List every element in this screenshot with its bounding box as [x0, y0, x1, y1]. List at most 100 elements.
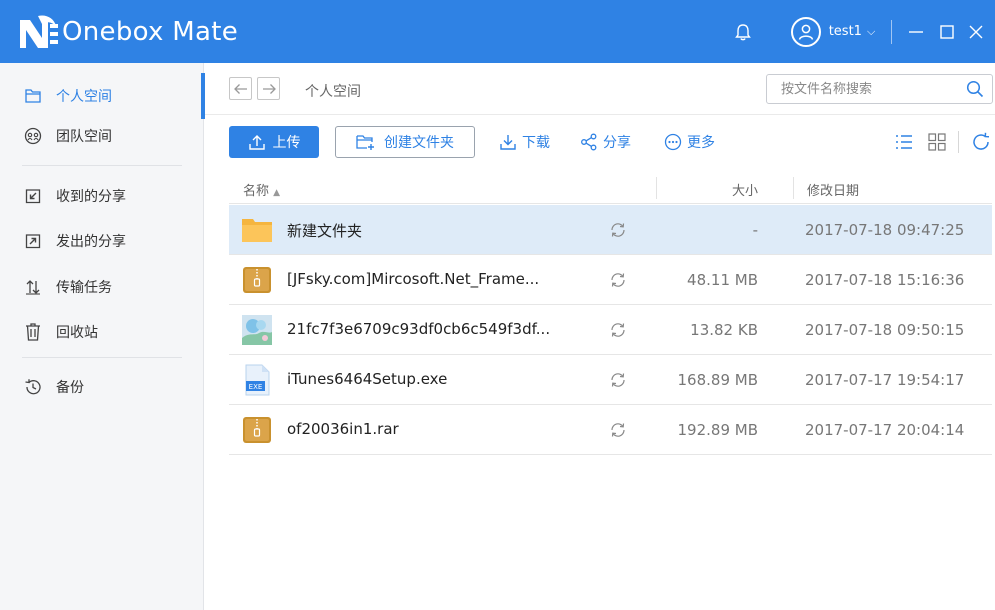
column-divider[interactable]	[656, 177, 657, 199]
maximize-icon[interactable]	[935, 0, 959, 63]
search-box	[766, 74, 993, 104]
column-header-size[interactable]: 大小	[728, 180, 758, 199]
folder-icon	[242, 219, 272, 242]
file-date: 2017-07-18 09:50:15	[805, 321, 965, 339]
table-row[interactable]: 21fc7f3e6709c93df0cb6c549f3df... 13.82 K…	[229, 305, 992, 355]
download-button[interactable]: 下载	[499, 126, 550, 158]
sync-icon[interactable]	[609, 221, 627, 239]
image-thumbnail-icon	[242, 315, 272, 345]
svg-text:EXE: EXE	[249, 383, 263, 391]
sidebar-item-label: 回收站	[56, 325, 98, 341]
new-folder-icon	[356, 135, 374, 150]
sidebar-item-transfer-tasks[interactable]: 传输任务	[0, 264, 204, 310]
app-title: Onebox Mate	[62, 17, 239, 47]
chevron-down-icon: ⌵	[866, 24, 876, 38]
back-button[interactable]	[229, 77, 252, 100]
table-row[interactable]: EXE iTunes6464Setup.exe 168.89 MB 2017-0…	[229, 355, 992, 405]
sync-icon[interactable]	[609, 371, 627, 389]
notification-bell-icon[interactable]	[731, 0, 755, 63]
forward-button[interactable]	[257, 77, 280, 100]
close-icon[interactable]	[964, 0, 988, 63]
share-label: 分享	[603, 135, 631, 151]
download-icon	[500, 135, 516, 150]
download-label: 下载	[522, 135, 550, 151]
more-button[interactable]: 更多	[664, 126, 715, 158]
share-button[interactable]: 分享	[580, 126, 631, 158]
file-name: 新建文件夹	[287, 222, 363, 240]
trash-icon	[24, 323, 42, 341]
arrow-right-icon	[262, 83, 276, 94]
archive-icon	[243, 417, 271, 443]
file-size: 192.89 MB	[677, 421, 759, 439]
upload-icon	[248, 135, 265, 150]
breadcrumb[interactable]: 个人空间	[305, 81, 361, 101]
backup-icon	[24, 378, 42, 396]
file-date: 2017-07-18 09:47:25	[805, 221, 965, 239]
sidebar-item-label: 传输任务	[56, 280, 112, 296]
titlebar-divider	[891, 20, 892, 44]
more-icon	[664, 133, 682, 151]
sidebar-item-recycle-bin[interactable]: 回收站	[0, 309, 204, 355]
sidebar-item-label: 个人空间	[56, 89, 112, 105]
grid-view-icon[interactable]	[926, 131, 948, 153]
title-bar: Onebox Mate test1 ⌵	[0, 0, 995, 63]
list-view-icon[interactable]	[893, 131, 915, 153]
minimize-icon[interactable]	[904, 0, 928, 63]
sync-icon[interactable]	[609, 271, 627, 289]
search-icon[interactable]	[966, 80, 984, 98]
file-name: of20036in1.rar	[287, 420, 399, 438]
file-name: iTunes6464Setup.exe	[287, 370, 448, 388]
share-icon	[581, 133, 597, 151]
sync-icon[interactable]	[609, 421, 627, 439]
column-header-date[interactable]: 修改日期	[807, 180, 859, 199]
file-size: 168.89 MB	[677, 371, 759, 389]
search-input[interactable]	[767, 75, 957, 103]
toolbar-divider	[958, 131, 959, 153]
sort-ascending-icon: ▲	[273, 188, 281, 198]
sidebar-item-label: 收到的分享	[56, 189, 126, 205]
sidebar-divider	[22, 165, 182, 166]
table-row[interactable]: of20036in1.rar 192.89 MB 2017-07-17 20:0…	[229, 405, 992, 455]
refresh-icon[interactable]	[970, 131, 992, 153]
folder-icon	[24, 87, 42, 105]
new-folder-button[interactable]: 创建文件夹	[335, 126, 475, 158]
file-name: 21fc7f3e6709c93df0cb6c549f3df...	[287, 320, 551, 338]
column-divider[interactable]	[793, 177, 794, 199]
sidebar: 个人空间 团队空间 收到的分享 发出的分享 传输任务 回收站 备份	[0, 63, 205, 610]
file-date: 2017-07-17 20:04:14	[805, 421, 965, 439]
table-row[interactable]: [JFsky.com]Mircosoft.Net_Frame... 48.11 …	[229, 255, 992, 305]
file-date: 2017-07-18 15:16:36	[805, 271, 965, 289]
more-label: 更多	[687, 135, 715, 151]
exe-file-icon: EXE	[245, 364, 270, 396]
address-bar: 个人空间	[205, 63, 995, 115]
arrow-left-icon	[233, 83, 247, 94]
sync-icon[interactable]	[609, 321, 627, 339]
sent-share-icon	[24, 232, 42, 250]
user-icon	[798, 24, 813, 40]
sidebar-item-backup[interactable]: 备份	[0, 364, 204, 410]
upload-label: 上传	[272, 135, 301, 151]
file-size: 48.11 MB	[687, 271, 758, 289]
sidebar-item-sent-shares[interactable]: 发出的分享	[0, 218, 204, 264]
table-row[interactable]: 新建文件夹 - 2017-07-18 09:47:25	[229, 205, 992, 255]
transfer-icon	[24, 278, 42, 296]
app-logo: Onebox Mate	[16, 12, 238, 52]
sidebar-item-label: 备份	[56, 380, 84, 396]
sidebar-divider	[22, 357, 182, 358]
file-name: [JFsky.com]Mircosoft.Net_Frame...	[287, 270, 540, 288]
sidebar-item-received-shares[interactable]: 收到的分享	[0, 173, 204, 219]
sidebar-item-team-space[interactable]: 团队空间	[0, 113, 204, 159]
column-header-name[interactable]: 名称 ▲	[243, 180, 280, 199]
archive-icon	[243, 267, 271, 293]
new-folder-label: 创建文件夹	[384, 135, 454, 151]
file-table-header: 名称 ▲ 大小 修改日期	[229, 172, 992, 204]
avatar	[790, 16, 821, 47]
sidebar-item-label: 发出的分享	[56, 234, 126, 250]
team-icon	[24, 127, 42, 145]
upload-button[interactable]: 上传	[229, 126, 319, 158]
file-date: 2017-07-17 19:54:17	[805, 371, 965, 389]
file-size: -	[752, 221, 758, 239]
received-share-icon	[24, 187, 42, 205]
onebox-logo-icon	[20, 15, 58, 48]
user-menu[interactable]: test1 ⌵	[783, 0, 883, 63]
